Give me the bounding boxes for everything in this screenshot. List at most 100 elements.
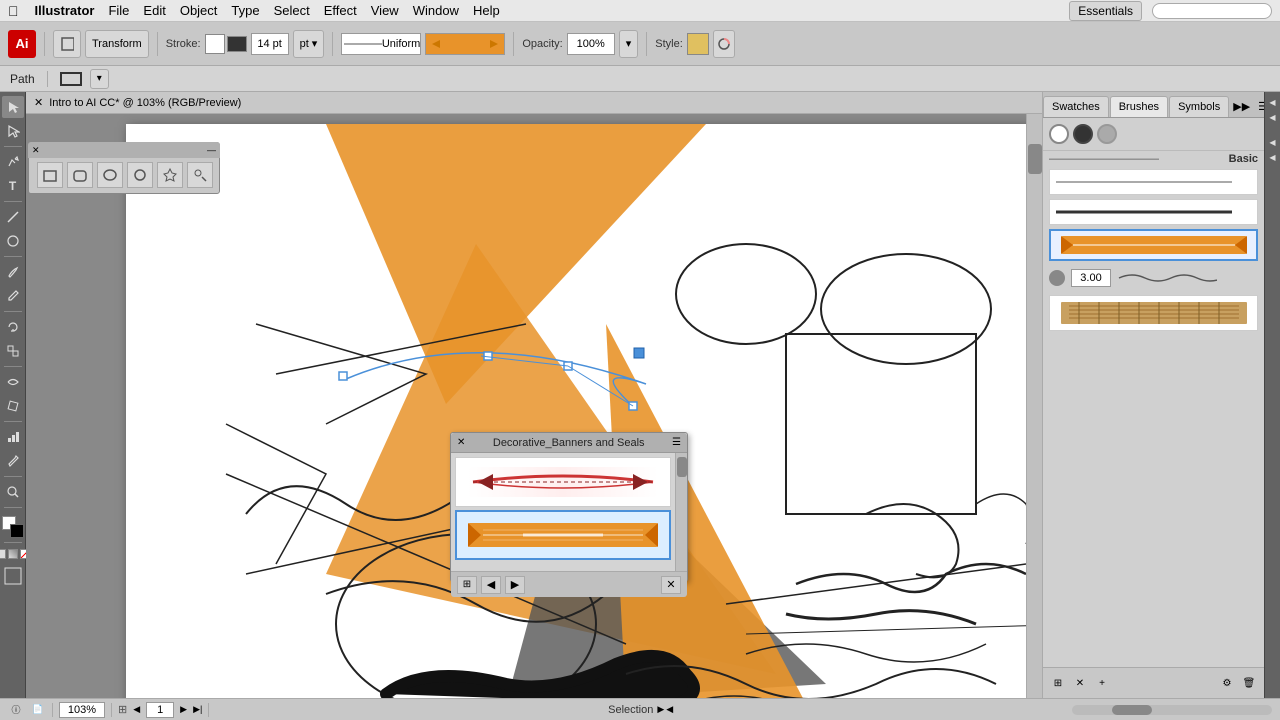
pencil-tool[interactable] — [2, 285, 24, 307]
essentials-dropdown[interactable]: Essentials — [1069, 1, 1142, 21]
menu-file[interactable]: File — [108, 3, 129, 18]
horizontal-scrollbar-thumb[interactable] — [1112, 705, 1152, 715]
rectangle-shape-btn[interactable] — [37, 162, 63, 188]
brush-delete-btn[interactable]: ✕ — [1071, 674, 1089, 692]
right-strip-btn-3[interactable]: ◀ — [1267, 136, 1279, 148]
tool-sep-7 — [4, 476, 22, 477]
brush-item-thin[interactable] — [1049, 169, 1258, 195]
brush-panel-close-btn[interactable]: ✕ — [661, 576, 681, 594]
menu-view[interactable]: View — [371, 3, 399, 18]
page-input[interactable] — [146, 702, 174, 718]
warp-tool[interactable] — [2, 371, 24, 393]
stroke-color-swatch[interactable] — [227, 36, 247, 52]
graph-tool[interactable] — [2, 426, 24, 448]
brush-dot-3[interactable] — [1097, 124, 1117, 144]
menu-right-area: Essentials — [1069, 1, 1272, 21]
variable-profile-dropdown[interactable]: Uniform — [341, 33, 421, 55]
page-right-icon[interactable]: ▶ — [180, 704, 187, 715]
screen-mode-button[interactable] — [2, 565, 24, 587]
gradient-mode-button[interactable] — [8, 549, 18, 559]
menu-type[interactable]: Type — [231, 3, 259, 18]
panel-tab-expand-icon[interactable]: ▶▶ — [1229, 96, 1254, 117]
tab-swatches[interactable]: Swatches — [1043, 96, 1109, 117]
flare-shape-btn[interactable] — [187, 162, 213, 188]
search-icon[interactable] — [1152, 3, 1272, 19]
rotate-tool[interactable] — [2, 316, 24, 338]
shape-panel-close-icon[interactable]: ✕ — [32, 145, 40, 156]
status-doc-icon[interactable]: 📄 — [30, 702, 46, 718]
shape-panel-collapse-icon[interactable]: — — [207, 145, 216, 155]
free-transform-tool[interactable] — [2, 395, 24, 417]
brush-library-btn[interactable]: ⊞ — [1049, 674, 1067, 692]
brush-stroke-selector[interactable] — [425, 33, 505, 55]
options-more-button[interactable]: ▾ — [90, 69, 109, 89]
brush-scrollbar-thumb[interactable] — [677, 457, 687, 477]
brush-prev-icon[interactable]: ◀ — [481, 576, 501, 594]
scale-tool[interactable] — [2, 340, 24, 362]
type-tool[interactable]: T — [2, 175, 24, 197]
brush-item-orange-selected[interactable] — [1049, 229, 1258, 261]
menu-object[interactable]: Object — [180, 3, 218, 18]
menu-effect[interactable]: Effect — [324, 3, 357, 18]
menu-edit[interactable]: Edit — [143, 3, 165, 18]
star-shape-btn[interactable] — [157, 162, 183, 188]
ellipse-shape-btn[interactable] — [97, 162, 123, 188]
brush-item-1[interactable] — [455, 457, 671, 507]
brush-panel-menu-icon[interactable]: ☰ — [672, 437, 681, 448]
zoom-input[interactable] — [59, 702, 105, 718]
brush-size-input[interactable] — [1071, 269, 1111, 287]
brush-panel-close-icon[interactable]: ✕ — [457, 437, 465, 448]
brush-options-btn[interactable]: ⚙ — [1218, 674, 1236, 692]
menu-select[interactable]: Select — [274, 3, 310, 18]
eyedropper-tool[interactable] — [2, 450, 24, 472]
opacity-dropdown[interactable]: ▾ — [619, 30, 639, 58]
vertical-scrollbar[interactable] — [1026, 114, 1042, 698]
right-strip-btn-1[interactable]: ◀ — [1267, 96, 1279, 108]
zoom-tool[interactable] — [2, 481, 24, 503]
line-tool[interactable] — [2, 206, 24, 228]
vertical-scrollbar-thumb[interactable] — [1028, 144, 1042, 174]
brush-dot-1[interactable] — [1049, 124, 1069, 144]
horizontal-scrollbar[interactable] — [1072, 705, 1272, 715]
stroke-fill-swatch[interactable] — [205, 34, 225, 54]
menu-window[interactable]: Window — [413, 3, 459, 18]
brush-list-scrollbar[interactable] — [675, 453, 687, 571]
recolor-button[interactable] — [713, 30, 735, 58]
brush-dot-2[interactable] — [1073, 124, 1093, 144]
brush-item-2[interactable] — [455, 510, 671, 560]
circle-shape-btn[interactable] — [127, 162, 153, 188]
opacity-input[interactable] — [567, 33, 615, 55]
page-left-icon[interactable]: ◀ — [133, 704, 140, 715]
color-swatches[interactable] — [2, 516, 24, 538]
status-info-icon[interactable]: ⓘ — [8, 702, 24, 718]
stroke-size-input[interactable] — [251, 33, 289, 55]
stroke-weight-dropdown[interactable]: pt ▾ — [293, 30, 325, 58]
brush-next-icon[interactable]: ▶ — [505, 576, 525, 594]
rounded-rect-shape-btn[interactable] — [67, 162, 93, 188]
menu-illustrator[interactable]: Illustrator — [35, 3, 95, 18]
transform-panel-button[interactable]: Transform — [85, 30, 149, 58]
brush-item-textured[interactable] — [1049, 295, 1258, 331]
color-mode-button[interactable] — [0, 549, 6, 559]
brush-item-thick[interactable] — [1049, 199, 1258, 225]
brush-library-icon[interactable]: ⊞ — [457, 576, 477, 594]
direct-select-tool[interactable] — [2, 120, 24, 142]
tool-nav-icon[interactable]: ◀ — [666, 704, 673, 715]
canvas-container[interactable]: ✕ — — [26, 114, 1026, 698]
tab-close-icon[interactable]: ✕ — [34, 96, 43, 109]
menu-help[interactable]: Help — [473, 3, 500, 18]
page-end-icon[interactable]: ▶| — [193, 704, 202, 715]
tab-symbols[interactable]: Symbols — [1169, 96, 1229, 117]
pen-tool[interactable] — [2, 151, 24, 173]
shape-tool[interactable] — [2, 230, 24, 252]
panel-tab-menu-icon[interactable]: ☰ — [1254, 96, 1264, 117]
brush-new-btn[interactable]: + — [1093, 674, 1111, 692]
style-swatch[interactable] — [687, 33, 709, 55]
select-tool[interactable] — [2, 96, 24, 118]
paintbrush-tool[interactable] — [2, 261, 24, 283]
right-strip-btn-4[interactable]: ◀ — [1267, 151, 1279, 163]
tab-brushes[interactable]: Brushes — [1110, 96, 1168, 117]
right-strip-btn-2[interactable]: ◀ — [1267, 111, 1279, 123]
arrange-button[interactable] — [53, 30, 81, 58]
brush-trash-btn[interactable]: 🗑 — [1240, 674, 1258, 692]
